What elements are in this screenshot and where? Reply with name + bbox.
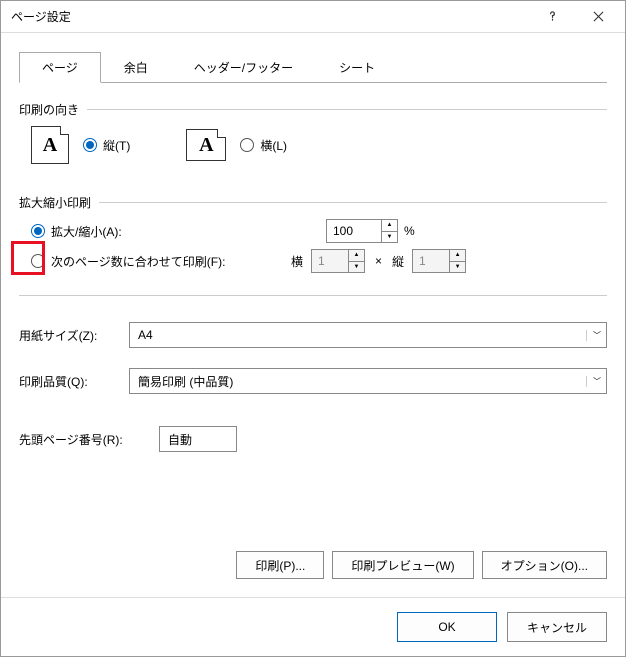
fit-tall-spinner[interactable]: ▲▼ [412,249,466,273]
scaling-group: 拡大縮小印刷 拡大/縮小(A): ▲▼ % 次のページ数に合わせて印刷(F): … [19,194,607,279]
print-quality-row: 印刷品質(Q): 簡易印刷 (中品質) ﹀ [19,368,607,394]
fit-radio[interactable]: 次のページ数に合わせて印刷(F): [31,253,291,270]
close-button[interactable] [575,2,621,32]
fit-wide-input[interactable] [312,250,348,272]
help-button[interactable] [529,2,575,32]
fit-tall-label: 縦 [392,253,404,270]
spin-down[interactable]: ▼ [450,262,465,273]
ok-button[interactable]: OK [397,612,497,642]
landscape-icon: A [186,129,226,161]
titlebar: ページ設定 [1,1,625,33]
print-button[interactable]: 印刷(P)... [236,551,324,579]
first-page-row: 先頭ページ番号(R): 自動 [19,426,607,452]
fit-wide-label: 横 [291,253,303,270]
action-buttons: 印刷(P)... 印刷プレビュー(W) オプション(O)... [19,551,607,579]
tab-bar: ページ 余白 ヘッダー/フッター シート [19,51,607,83]
page-setup-dialog: ページ設定 ページ 余白 ヘッダー/フッター シート 印刷の向き A 縦(T) … [0,0,626,657]
first-page-label: 先頭ページ番号(R): [19,431,159,448]
paper-size-label: 用紙サイズ(Z): [19,327,129,344]
scaling-label: 拡大縮小印刷 [19,194,91,211]
adjust-value-spinner[interactable]: ▲▼ [326,219,398,243]
percent-label: % [404,224,415,238]
spin-up[interactable]: ▲ [450,250,465,262]
tab-header-footer[interactable]: ヘッダー/フッター [171,52,316,83]
cancel-button[interactable]: キャンセル [507,612,607,642]
dialog-body: ページ 余白 ヘッダー/フッター シート 印刷の向き A 縦(T) A 横(L)… [1,33,625,597]
portrait-icon: A [31,126,69,164]
print-quality-label: 印刷品質(Q): [19,373,129,390]
orientation-group: 印刷の向き A 縦(T) A 横(L) [19,101,607,164]
dialog-footer: OK キャンセル [1,597,625,656]
first-page-input[interactable]: 自動 [159,426,237,452]
adjust-value-input[interactable] [327,220,381,242]
print-quality-select[interactable]: 簡易印刷 (中品質) ﹀ [129,368,607,394]
spin-up[interactable]: ▲ [382,220,397,232]
portrait-radio[interactable]: 縦(T) [83,137,130,154]
chevron-down-icon: ﹀ [586,330,600,341]
chevron-down-icon: ﹀ [586,376,600,387]
spin-down[interactable]: ▼ [349,262,364,273]
paper-size-row: 用紙サイズ(Z): A4 ﹀ [19,322,607,348]
divider [19,295,607,296]
adjust-radio[interactable]: 拡大/縮小(A): [31,223,326,240]
preview-button[interactable]: 印刷プレビュー(W) [332,551,473,579]
landscape-radio[interactable]: 横(L) [240,137,287,154]
dialog-title: ページ設定 [11,8,529,25]
options-button[interactable]: オプション(O)... [482,551,607,579]
fit-tall-input[interactable] [413,250,449,272]
tab-sheet[interactable]: シート [316,52,398,83]
tab-margins[interactable]: 余白 [101,52,171,83]
spin-up[interactable]: ▲ [349,250,364,262]
paper-size-select[interactable]: A4 ﹀ [129,322,607,348]
fit-sep: × [375,254,382,268]
spin-down[interactable]: ▼ [382,232,397,243]
fit-wide-spinner[interactable]: ▲▼ [311,249,365,273]
tab-page[interactable]: ページ [19,52,101,83]
orientation-label: 印刷の向き [19,101,79,118]
